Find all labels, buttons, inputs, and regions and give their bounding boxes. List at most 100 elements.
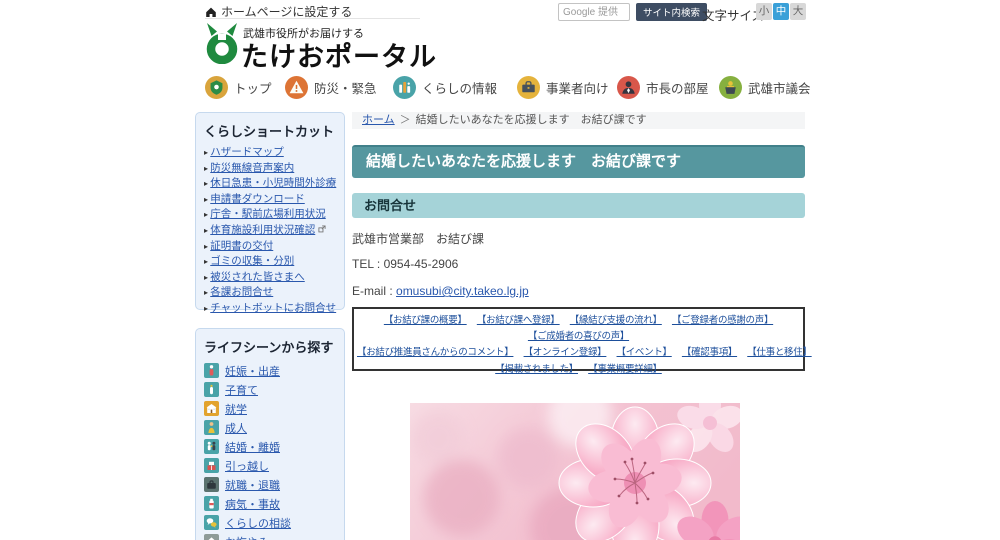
related-link[interactable]: 【お結び課へ登録】 xyxy=(477,315,560,326)
life-scene-link[interactable]: 妊娠・出産 xyxy=(225,363,280,379)
related-link[interactable]: 【お結び推進員さんからのコメント】 xyxy=(357,347,514,358)
external-link-icon xyxy=(318,225,326,233)
site-logo-title[interactable]: たけおポータル xyxy=(241,35,437,74)
nav-label: 市長の部屋 xyxy=(646,82,709,96)
nav-item-living-info[interactable]: くらしの情報 xyxy=(393,76,497,99)
life-scene-link[interactable]: お悔やみ xyxy=(225,534,269,540)
list-item: お悔やみ xyxy=(204,532,336,540)
list-item: 各課お問合せ xyxy=(204,285,336,301)
breadcrumb-current: 結婚したいあなたを応援します お結び課です xyxy=(415,114,647,126)
bar-chart-icon xyxy=(393,76,416,99)
related-links-box: 【お結び課の概要】 【お結び課へ登録】 【縁結び支援の流れ】 【ご登録者の感謝の… xyxy=(352,307,812,375)
nav-item-top[interactable]: トップ xyxy=(205,76,272,99)
shortcut-link[interactable]: 防災無線音声案内 xyxy=(210,162,294,174)
list-item: 結婚・離婚 xyxy=(204,437,336,456)
related-link[interactable]: 【ご成婚者の喜びの声】 xyxy=(528,331,630,342)
list-item: 証明書の交付 xyxy=(204,239,336,255)
life-scene-link[interactable]: 子育て xyxy=(225,382,258,398)
related-link[interactable]: 【お結び課の概要】 xyxy=(384,315,467,326)
shortcut-link[interactable]: 証明書の交付 xyxy=(210,240,273,252)
mayor-icon xyxy=(617,76,640,99)
sickness-icon xyxy=(204,496,219,511)
work-icon xyxy=(204,477,219,492)
nav-item-emergency[interactable]: 防災・緊急 xyxy=(285,76,377,99)
list-item: 妊娠・出産 xyxy=(204,361,336,380)
list-item: 病気・事故 xyxy=(204,494,336,513)
warning-icon xyxy=(285,76,308,99)
list-item: 体育施設利用状況確認 xyxy=(204,223,336,239)
list-item: 庁舎・駅前広場利用状況 xyxy=(204,207,336,223)
related-link[interactable]: 【イベント】 xyxy=(617,347,673,358)
nav-label: 防災・緊急 xyxy=(314,82,377,96)
font-size-small-button[interactable]: 小 xyxy=(756,3,772,20)
life-scenes-box: ライフシーンから探す 妊娠・出産 子育て 就学 成人 結婚・離婚 引っ越し 就職… xyxy=(195,328,345,540)
city-emblem-icon xyxy=(205,76,228,99)
condolence-icon xyxy=(204,534,219,540)
nav-item-council[interactable]: 武雄市議会 xyxy=(719,76,811,99)
list-item: 就職・退職 xyxy=(204,475,336,494)
nav-item-mayor[interactable]: 市長の部屋 xyxy=(617,76,709,99)
related-link[interactable]: 【オンライン登録】 xyxy=(524,347,607,358)
font-size-large-button[interactable]: 大 xyxy=(790,3,806,20)
life-scene-link[interactable]: 結婚・離婚 xyxy=(225,439,280,455)
related-link[interactable]: 【仕事と移住】 xyxy=(747,347,812,358)
life-scene-link[interactable]: 成人 xyxy=(225,420,247,436)
related-link[interactable]: 【掲載されました】 xyxy=(495,364,578,375)
cherry-blossom-photo xyxy=(410,403,740,540)
nav-item-business[interactable]: 事業者向け xyxy=(517,76,609,99)
contact-email-link[interactable]: omusubi@city.takeo.lg.jp xyxy=(396,284,529,298)
shortcuts-box: くらしショートカット ハザードマップ 防災無線音声案内 休日急患・小児時間外診療… xyxy=(195,112,345,314)
list-item: 申請書ダウンロード xyxy=(204,192,336,208)
shortcut-link[interactable]: 申請書ダウンロード xyxy=(210,193,305,205)
shortcut-link[interactable]: 体育施設利用状況確認 xyxy=(210,224,315,236)
shortcut-link[interactable]: 庁舎・駅前広場利用状況 xyxy=(210,208,326,220)
breadcrumb: ホーム ＞ 結婚したいあなたを応援します お結び課です xyxy=(352,112,805,129)
life-scene-link[interactable]: 就学 xyxy=(225,401,247,417)
marriage-icon xyxy=(204,439,219,454)
shortcut-link[interactable]: 被災された皆さまへ xyxy=(210,271,305,283)
moving-icon xyxy=(204,458,219,473)
life-scene-link[interactable]: 病気・事故 xyxy=(225,496,280,512)
list-item: チャットボットにお問合せ xyxy=(204,301,336,317)
site-search-input[interactable] xyxy=(558,3,630,21)
shortcuts-list: ハザードマップ 防災無線音声案内 休日急患・小児時間外診療 申請書ダウンロード … xyxy=(204,145,336,317)
links-row: 【お結び課の概要】 【お結び課へ登録】 【縁結び支援の流れ】 【ご登録者の感謝の… xyxy=(354,312,803,328)
contact-heading: お問合せ xyxy=(352,193,805,218)
font-size-label: 文字サイズ xyxy=(702,9,765,23)
breadcrumb-home-link[interactable]: ホーム xyxy=(362,114,395,126)
list-item: 被災された皆さまへ xyxy=(204,270,336,286)
life-scene-link[interactable]: 引っ越し xyxy=(225,458,269,474)
shortcuts-title: くらしショートカット xyxy=(204,124,335,139)
related-link[interactable]: 【確認事項】 xyxy=(682,347,738,358)
nav-label: くらしの情報 xyxy=(422,82,498,96)
utility-divider xyxy=(205,18,420,19)
shortcut-link[interactable]: 休日急患・小児時間外診療 xyxy=(210,177,336,189)
contact-email-label: E-mail : xyxy=(352,284,397,298)
nav-label: 事業者向け xyxy=(546,82,609,96)
related-link[interactable]: 【縁結び支援の流れ】 xyxy=(570,315,662,326)
takeo-portal-page: ホームページに設定する サイト内検索 文字サイズ 小 中 大 武雄市役所がお届け… xyxy=(0,0,1000,540)
site-search-button[interactable]: サイト内検索 xyxy=(636,3,708,21)
related-link[interactable]: 【事業概要詳細】 xyxy=(588,364,662,375)
related-link[interactable]: 【ご登録者の感謝の声】 xyxy=(672,315,774,326)
nav-label: トップ xyxy=(234,82,272,96)
life-scenes-title: ライフシーンから探す xyxy=(204,340,334,355)
contact-email-line: E-mail : omusubi@city.takeo.lg.jp xyxy=(352,284,529,298)
list-item: ゴミの収集・分別 xyxy=(204,254,336,270)
life-scene-link[interactable]: くらしの相談 xyxy=(225,515,291,531)
baby-bottle-icon xyxy=(204,382,219,397)
font-size-medium-button[interactable]: 中 xyxy=(773,3,789,20)
contact-department: 武雄市営業部 お結び課 xyxy=(352,232,485,246)
life-scene-link[interactable]: 就職・退職 xyxy=(225,477,280,493)
shortcut-link[interactable]: 各課お問合せ xyxy=(210,286,273,298)
council-icon xyxy=(719,76,742,99)
links-row: 【掲載されました】 【事業概要詳細】 xyxy=(354,361,803,377)
shortcut-link[interactable]: チャットボットにお問合せ xyxy=(210,302,336,314)
shortcut-link[interactable]: ゴミの収集・分別 xyxy=(210,255,294,267)
briefcase-icon xyxy=(517,76,540,99)
list-item: 休日急患・小児時間外診療 xyxy=(204,176,336,192)
home-icon xyxy=(206,7,216,17)
contact-tel: TEL : 0954-45-2906 xyxy=(352,257,459,271)
links-row: 【ご成婚者の喜びの声】 xyxy=(354,328,803,344)
shortcut-link[interactable]: ハザードマップ xyxy=(210,146,284,158)
